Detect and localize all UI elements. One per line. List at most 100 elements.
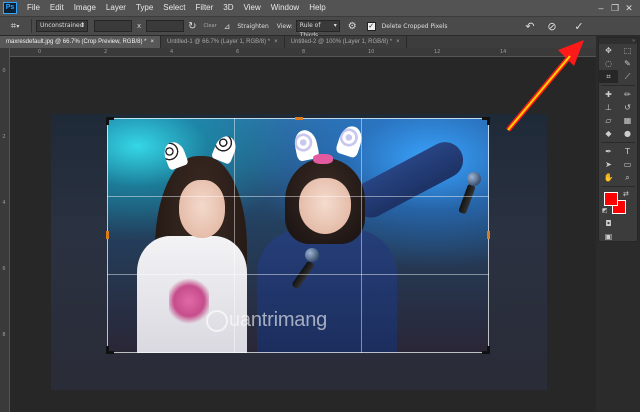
ratio-dropdown[interactable]: Unconstrained ⇕ (36, 20, 88, 32)
hand-tool-icon[interactable]: ✋ (599, 171, 618, 184)
tool-row: ⊥ ↺ (599, 101, 637, 114)
eraser-tool-icon[interactable]: ▱ (599, 114, 618, 127)
menu-filter[interactable]: Filter (191, 0, 219, 16)
reset-icon[interactable]: ↶ (522, 19, 538, 35)
menu-select[interactable]: Select (158, 0, 190, 16)
ruler-horizontal: 0 2 4 6 8 10 12 14 16 (10, 48, 596, 57)
height-ratio-input[interactable] (146, 20, 185, 32)
gear-icon[interactable]: ⚙ (348, 21, 357, 32)
menu-window[interactable]: Window (266, 0, 304, 16)
brush-tool-icon[interactable]: ✏ (618, 88, 637, 101)
crop-handle-right[interactable] (487, 231, 490, 239)
clear-button[interactable]: Clear (204, 23, 217, 29)
clone-stamp-tool-icon[interactable]: ⊥ (599, 101, 618, 114)
restore-button[interactable]: ❐ (608, 0, 622, 16)
straighten-button[interactable]: Straighten (237, 23, 268, 30)
tool-row: ✚ ✏ (599, 88, 637, 101)
menu-file[interactable]: File (22, 0, 45, 16)
close-tab-icon[interactable]: × (274, 39, 278, 45)
tool-row: ▱ ▦ (599, 114, 637, 127)
default-colors-icon[interactable]: ◩ (602, 207, 608, 214)
marquee-tool-icon[interactable]: ⬚ (618, 44, 637, 57)
commit-check-icon[interactable]: ✓ (571, 19, 587, 35)
tool-row: ✋ ⌕ (599, 171, 637, 184)
ratio-value: Unconstrained (40, 22, 84, 29)
minimize-button[interactable]: – (594, 0, 608, 16)
commit-controls: ↶ ⊘ ✓ (519, 17, 590, 36)
divider (601, 142, 635, 143)
menu-help[interactable]: Help (304, 0, 330, 16)
lightbulb-icon (206, 309, 228, 332)
options-bar: ⌗ ▾ Unconstrained ⇕ x ↻ Clear ⊿ Straighte… (0, 16, 640, 39)
tool-row: ◘ (599, 217, 637, 230)
watermark-text: uantrimang (229, 309, 328, 331)
type-tool-icon[interactable]: T (618, 145, 637, 158)
canvas-area[interactable]: uantrimang (10, 57, 596, 412)
swap-ratio-button[interactable]: x (137, 22, 141, 30)
move-tool-icon[interactable]: ✥ (599, 44, 618, 57)
crop-handle-bottom-left[interactable] (106, 346, 109, 354)
blur-tool-icon[interactable]: ◆ (599, 127, 618, 140)
tools-panel: » ✥ ⬚ ◌ ✎ ⌗ ⟋ ✚ ✏ ⊥ ↺ ▱ ▦ ◆ ● ✒ T ➤ ▭ ✋ ⌕ ⇄ ◩ ◘ ▣ (598, 37, 638, 242)
close-button[interactable]: ✕ (622, 0, 636, 16)
ruler-label: 0 (2, 68, 6, 74)
menu-edit[interactable]: Edit (45, 0, 69, 16)
crop-handle-bottom-right[interactable] (487, 346, 490, 354)
window-controls: – ❐ ✕ (594, 0, 636, 16)
dodge-tool-icon[interactable]: ● (618, 127, 637, 140)
ruler-label: 14 (500, 49, 507, 55)
ruler-label: 4 (170, 49, 174, 55)
ruler-label: 8 (302, 49, 306, 55)
menu-items: File Edit Image Layer Type Select Filter 3D View… (22, 0, 331, 16)
eyedropper-tool-icon[interactable]: ⟋ (618, 70, 637, 83)
document-tabs: maxresdefault.jpg @ 66.7% (Crop Preview,… (0, 36, 596, 48)
menu-bar: Ps File Edit Image Layer Type Select Filter 3D V… (0, 0, 640, 16)
screen-mode-icon[interactable]: ▣ (599, 230, 618, 243)
ruler-label: 2 (2, 134, 6, 140)
zoom-tool-icon[interactable]: ⌕ (618, 171, 637, 184)
document-tab[interactable]: Untitled-1 @ 66.7% (Layer 1, RGB/8) * × (161, 36, 285, 48)
crop-handle-left[interactable] (106, 231, 109, 239)
document-tab[interactable]: Untitled-2 @ 100% (Layer 1, RGB/8) * × (285, 36, 407, 48)
foreground-color-swatch[interactable] (604, 192, 618, 206)
menu-3d[interactable]: 3D (218, 0, 238, 16)
path-select-tool-icon[interactable]: ➤ (599, 158, 618, 171)
document-tab[interactable]: maxresdefault.jpg @ 66.7% (Crop Preview,… (0, 36, 161, 48)
gradient-tool-icon[interactable]: ▦ (618, 114, 637, 127)
shape-tool-icon[interactable]: ▭ (618, 158, 637, 171)
quick-mask-icon[interactable]: ◘ (599, 217, 618, 230)
tool-row: ✒ T (599, 145, 637, 158)
ruler-label: 8 (2, 332, 6, 338)
width-ratio-input[interactable] (94, 20, 132, 32)
cancel-icon[interactable]: ⊘ (544, 19, 560, 35)
swap-dimensions-icon[interactable]: ↻ (188, 21, 196, 32)
menu-image[interactable]: Image (69, 0, 101, 16)
ruler-vertical: 0 2 4 6 8 (0, 48, 10, 412)
close-tab-icon[interactable]: × (396, 39, 400, 45)
tool-preset-picker[interactable]: ⌗ ▾ (3, 18, 27, 34)
menu-type[interactable]: Type (131, 0, 158, 16)
divider (601, 85, 635, 86)
crop-handle-top-right[interactable] (487, 117, 490, 125)
tab-label: maxresdefault.jpg @ 66.7% (Crop Preview,… (6, 39, 147, 45)
crop-handle-top-left[interactable] (106, 117, 109, 125)
swap-colors-icon[interactable]: ⇄ (623, 190, 629, 198)
menu-view[interactable]: View (239, 0, 266, 16)
lasso-tool-icon[interactable]: ◌ (599, 57, 618, 70)
healing-tool-icon[interactable]: ✚ (599, 88, 618, 101)
view-dropdown[interactable]: Rule of Thirds ▾ (295, 20, 340, 39)
delete-cropped-checkbox[interactable]: ✓ (366, 21, 376, 31)
ruler-label: 2 (104, 49, 108, 55)
tool-rows: ✥ ⬚ ◌ ✎ ⌗ ⟋ ✚ ✏ ⊥ ↺ ▱ ▦ ◆ ● ✒ T ➤ ▭ ✋ ⌕ (599, 44, 637, 184)
crop-handle-top[interactable] (295, 117, 303, 120)
close-tab-icon[interactable]: × (150, 39, 154, 45)
crop-tool-icon[interactable]: ⌗ (599, 70, 618, 83)
tool-row: ◆ ● (599, 127, 637, 140)
ruler-label: 6 (236, 49, 240, 55)
menu-layer[interactable]: Layer (101, 0, 131, 16)
chevron-down-icon: ⇕ (79, 22, 85, 29)
history-brush-tool-icon[interactable]: ↺ (618, 101, 637, 114)
quick-select-tool-icon[interactable]: ✎ (618, 57, 637, 70)
straighten-icon[interactable]: ⊿ (224, 22, 231, 31)
pen-tool-icon[interactable]: ✒ (599, 145, 618, 158)
